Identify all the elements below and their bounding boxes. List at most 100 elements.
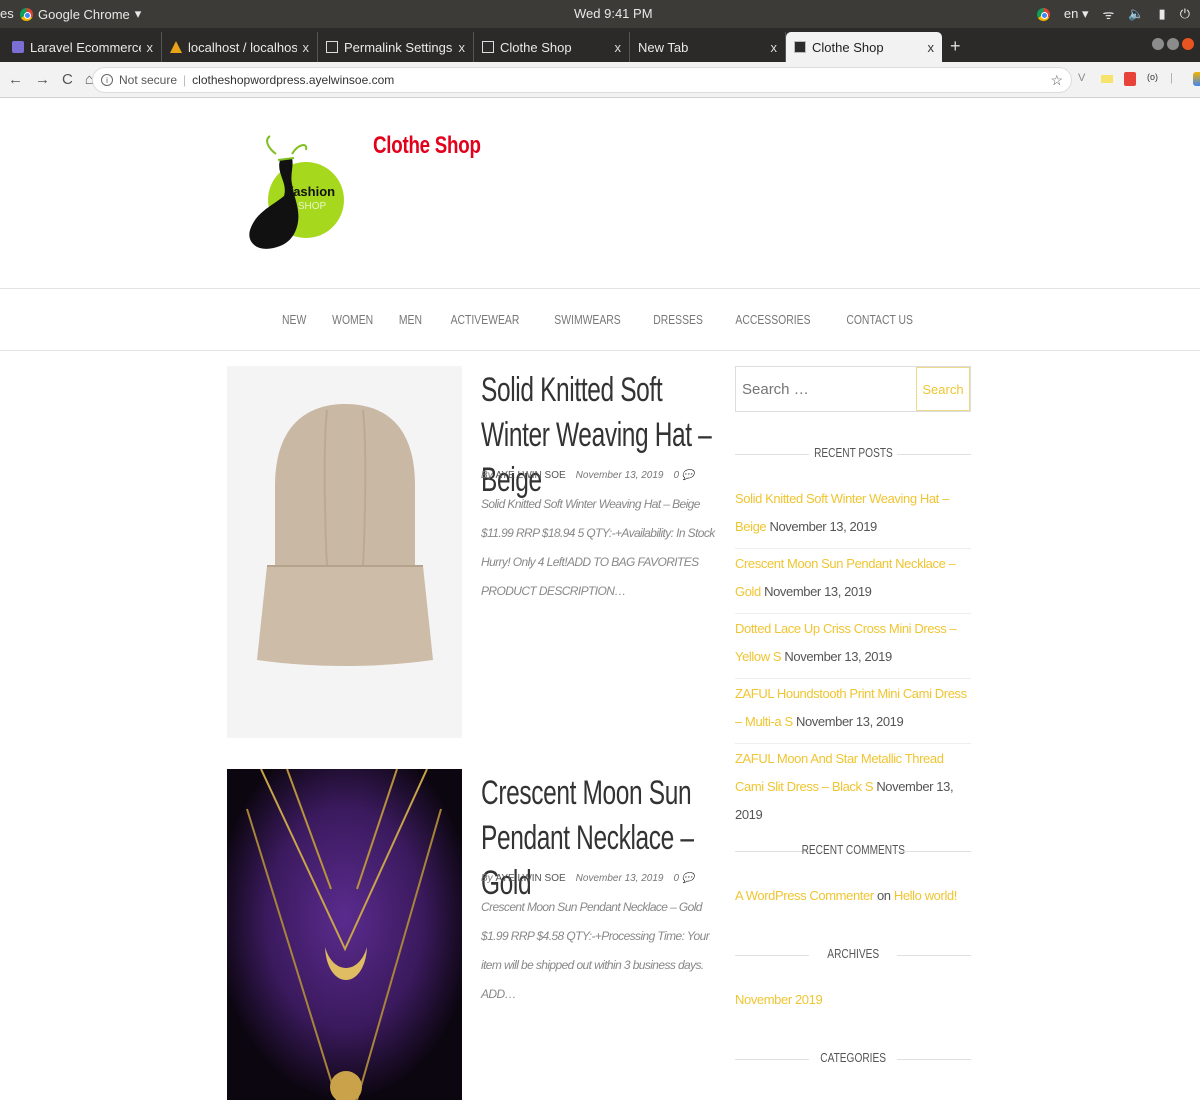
archive-item: November 2019 [735, 992, 823, 1007]
post-author[interactable]: AYE LWIN SOE [495, 873, 565, 884]
post-title[interactable]: Solid Knitted Soft Winter Weaving Hat – … [481, 368, 719, 503]
recent-post-date: November 13, 2019 [769, 519, 877, 534]
recent-post-date: November 13, 2019 [764, 584, 872, 599]
chevron-down-icon: ▾ [134, 6, 142, 21]
back-icon[interactable]: ← [8, 71, 23, 88]
extensions: V (o) | ⋮ [1078, 72, 1200, 86]
by-label: By [481, 470, 493, 481]
nav-item-activewear[interactable]: ACTIVEWEAR [451, 312, 520, 327]
extension-icon[interactable] [1193, 72, 1200, 86]
nav-divider [0, 350, 1200, 351]
archive-link[interactable]: November 2019 [735, 992, 823, 1007]
tab-laravel-ecommerce[interactable]: Laravel Ecommerce x [4, 32, 162, 62]
close-tab-icon[interactable]: x [615, 40, 622, 55]
new-tab-button[interactable]: + [950, 36, 961, 57]
close-tab-icon[interactable]: x [147, 40, 154, 55]
comment-author-link[interactable]: A WordPress Commenter [735, 888, 874, 903]
forward-icon[interactable]: → [35, 71, 50, 88]
beanie-image [227, 366, 462, 738]
post-thumbnail-necklace[interactable] [227, 769, 462, 1100]
comment-icon: 💬 [681, 873, 695, 884]
url-text[interactable]: clotheshopwordpress.ayelwinsoe.com [192, 73, 394, 87]
close-tab-icon[interactable]: x [303, 40, 310, 55]
power-icon[interactable]: ⏻ [1180, 6, 1190, 22]
nav-item-men[interactable]: MEN [399, 312, 422, 327]
nav-item-dresses[interactable]: DRESSES [653, 312, 703, 327]
logo-subtext: SHOP [298, 201, 327, 212]
by-label: By [481, 873, 493, 884]
nav-item-contact-us[interactable]: CONTACT US [846, 312, 913, 327]
post-excerpt: Solid Knitted Soft Winter Weaving Hat – … [481, 497, 715, 598]
clock[interactable]: Wed 9:41 PM [574, 6, 653, 21]
chrome-icon [20, 7, 33, 21]
comment-post-link[interactable]: Hello world! [894, 888, 958, 903]
close-tab-icon[interactable]: x [771, 40, 778, 55]
activities-label[interactable]: es [0, 6, 14, 21]
separator: | [1170, 72, 1173, 84]
tab-clothe-shop[interactable]: Clothe Shop x [474, 32, 630, 62]
nav-item-new[interactable]: NEW [282, 312, 306, 327]
close-tab-icon[interactable]: x [928, 40, 935, 55]
post-excerpt: Crescent Moon Sun Pendant Necklace – Gol… [481, 900, 710, 1001]
nav-item-accessories[interactable]: ACCESSORIES [736, 312, 811, 327]
info-icon[interactable]: i [101, 74, 113, 86]
reload-icon[interactable]: C [62, 71, 73, 88]
tab-clothe-shop-active[interactable]: Clothe Shop x [786, 32, 942, 62]
minimize-button[interactable] [1152, 38, 1164, 50]
search-input[interactable] [736, 367, 916, 411]
nav-item-women[interactable]: WOMEN [332, 312, 373, 327]
tab-strip: Laravel Ecommerce x localhost / localhos… [0, 28, 1200, 62]
bookmark-star-icon[interactable]: ☆ [1050, 72, 1063, 89]
address-bar-row: ← → C ⌂ i Not secure | clotheshopwordpre… [0, 62, 1200, 98]
tab-permalink-settings[interactable]: Permalink Settings ‹ Cloth x [318, 32, 474, 62]
separator: | [183, 73, 187, 87]
necklace-image [227, 769, 462, 1100]
post-thumbnail-hat[interactable] [227, 366, 462, 738]
recent-post-date: November 13, 2019 [784, 649, 892, 664]
battery-icon[interactable]: ▮ [1159, 6, 1166, 22]
recent-posts-heading: RECENT POSTS [735, 445, 971, 465]
chrome-tray-icon[interactable] [1036, 7, 1050, 21]
close-tab-icon[interactable]: x [459, 40, 466, 55]
wifi-icon[interactable]: ᯤ [1102, 5, 1114, 23]
site-favicon-icon [482, 41, 494, 53]
site-logo[interactable]: fashion SHOP [246, 134, 348, 254]
post-date[interactable]: November 13, 2019 [576, 470, 664, 481]
categories-heading: CATEGORIES [735, 1050, 971, 1070]
tab-new-tab[interactable]: New Tab x [630, 32, 786, 62]
comment-count[interactable]: 0 [674, 873, 680, 884]
close-window-button[interactable] [1182, 38, 1194, 50]
post-date[interactable]: November 13, 2019 [576, 873, 664, 884]
post-meta: By AYE LWIN SOE November 13, 2019 0 💬 [481, 873, 694, 884]
security-label[interactable]: Not secure [119, 73, 177, 87]
archives-heading: ARCHIVES [735, 946, 971, 966]
system-tray: en ▾ ᯤ 🔈 ▮ ⏻ [1036, 5, 1190, 23]
volume-icon[interactable]: 🔈 [1128, 6, 1144, 22]
list-item: ZAFUL Houndstooth Print Mini Cami Dress … [735, 679, 971, 744]
list-item: Solid Knitted Soft Winter Weaving Hat – … [735, 484, 971, 549]
extension-icon[interactable] [1101, 75, 1113, 83]
website: fashion SHOP Clothe Shop NEW WOMEN MEN A… [0, 98, 1200, 1100]
main-nav: NEW WOMEN MEN ACTIVEWEAR SWIMWEARS DRESS… [0, 312, 1200, 327]
post-author[interactable]: AYE LWIN SOE [495, 470, 565, 481]
post-title[interactable]: Crescent Moon Sun Pendant Necklace – Gol… [481, 771, 719, 906]
maximize-button[interactable] [1167, 38, 1179, 50]
site-title[interactable]: Clothe Shop [373, 132, 481, 160]
language-indicator[interactable]: en ▾ [1064, 6, 1089, 22]
phpmyadmin-favicon-icon [170, 41, 182, 53]
nav-item-swimwears[interactable]: SWIMWEARS [554, 312, 620, 327]
extension-icon[interactable] [1124, 72, 1136, 86]
window-controls [1152, 38, 1194, 50]
search-button[interactable]: Search [916, 367, 970, 411]
tab-localhost[interactable]: localhost / localhost / lar x [162, 32, 318, 62]
recent-posts-list: Solid Knitted Soft Winter Weaving Hat – … [735, 484, 971, 836]
recent-post-date: November 13, 2019 [795, 714, 904, 729]
search-widget: Search [735, 366, 971, 412]
app-menu[interactable]: Google Chrome ▾ [20, 6, 141, 22]
app-name: Google Chrome [38, 6, 130, 22]
vue-extension-icon[interactable]: V [1078, 72, 1090, 86]
extension-icon[interactable]: (o) [1147, 72, 1159, 86]
comment-on-label: on [876, 888, 891, 903]
omnibox[interactable]: i Not secure | clotheshopwordpress.ayelw… [92, 67, 1072, 93]
comment-count[interactable]: 0 [674, 470, 680, 481]
